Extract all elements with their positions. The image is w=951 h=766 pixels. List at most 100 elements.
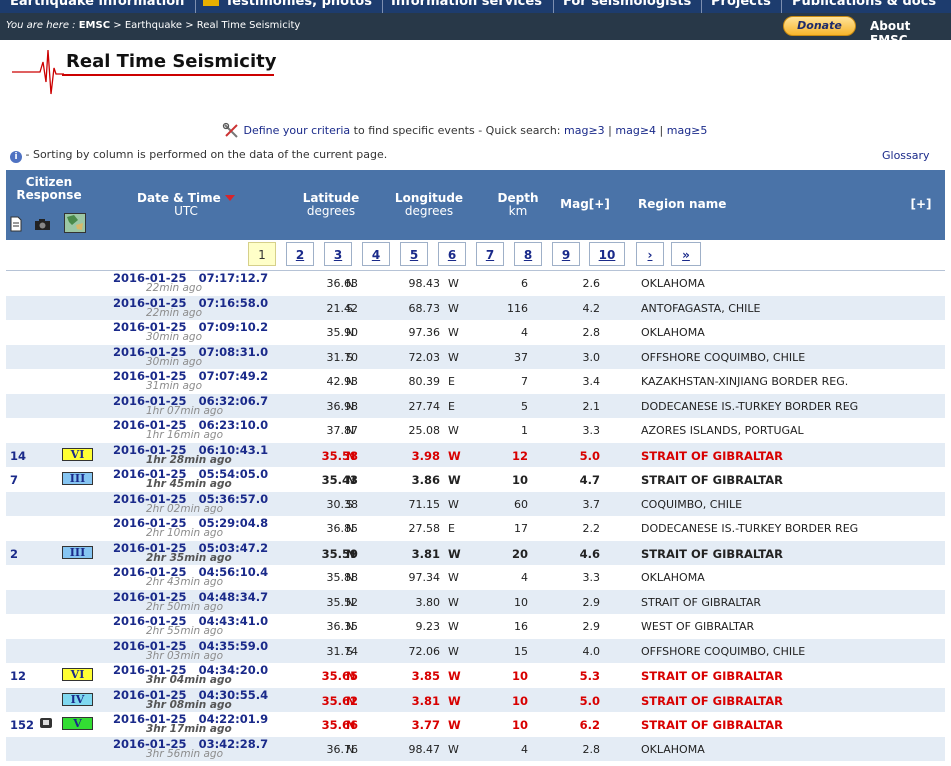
sort-note-text: - Sorting by column is performed on the … <box>22 148 388 161</box>
col-depth[interactable]: Depth km <box>488 192 548 218</box>
page-1-button: 1 <box>248 242 276 266</box>
table-row[interactable]: 2016-01-25 04:43:41.0 2hr 55min ago 36.35 N… <box>6 614 945 639</box>
table-row[interactable]: 2016-01-25 04:48:34.7 2hr 50min ago 35.52 N… <box>6 589 945 614</box>
document-icon[interactable] <box>10 216 22 232</box>
page-2-button[interactable]: 2 <box>286 242 314 266</box>
table-row[interactable]: 2016-01-25 06:32:06.7 1hr 07min ago 36.98 N… <box>6 393 945 418</box>
table-row[interactable]: 2016-01-25 03:42:28.7 3hr 56min ago 36.76 N… <box>6 736 945 761</box>
intensity-badge[interactable]: VI <box>62 447 93 461</box>
event-elapsed: 3hr 56min ago <box>146 747 224 760</box>
define-criteria-link[interactable]: Define your criteria <box>244 124 351 137</box>
event-magnitude: 6.2 <box>579 718 600 732</box>
event-lat-hemisphere: N <box>346 448 356 463</box>
breadcrumb-root[interactable]: EMSC <box>79 20 110 31</box>
event-magnitude: 2.1 <box>582 399 601 413</box>
glossary-link[interactable]: Glossary <box>882 149 930 162</box>
event-region: COQUIMBO, CHILE <box>641 497 743 511</box>
next-page-button[interactable]: › <box>636 242 664 266</box>
page-4-button[interactable]: 4 <box>362 242 390 266</box>
table-row[interactable]: 2016-01-25 07:08:31.0 30min ago 31.70 S 72.0… <box>6 344 945 369</box>
table-row[interactable]: 2016-01-25 07:09:10.2 30min ago 35.90 N 97.3… <box>6 320 945 345</box>
expand-columns-button[interactable]: [+] <box>906 198 936 211</box>
page-9-button[interactable]: 9 <box>552 242 580 266</box>
page-5-button[interactable]: 5 <box>400 242 428 266</box>
last-page-button[interactable]: » <box>671 242 701 266</box>
testimony-count[interactable]: 152 <box>10 718 34 732</box>
table-row[interactable]: 7 III 2016-01-25 05:54:05.0 1hr 45min ago 35… <box>6 467 945 492</box>
event-elapsed: 1hr 45min ago <box>146 478 232 490</box>
event-depth: 16 <box>514 620 528 633</box>
testimony-count[interactable]: 14 <box>10 449 26 463</box>
table-row[interactable]: 2016-01-25 05:36:57.0 2hr 02min ago 30.38 S… <box>6 491 945 516</box>
table-row[interactable]: 2016-01-25 04:35:59.0 3hr 03min ago 31.74 S… <box>6 638 945 663</box>
camera-icon[interactable] <box>34 218 51 231</box>
event-lon-hemisphere: W <box>448 595 459 609</box>
intensity-badge[interactable]: III <box>62 472 93 485</box>
event-region: OFFSHORE COQUIMBO, CHILE <box>641 644 806 658</box>
about-emsc-link[interactable]: About EMSC <box>870 19 951 47</box>
criteria-separator: | <box>604 124 616 137</box>
table-row[interactable]: 2016-01-25 07:07:49.2 31min ago 42.93 N 80.3… <box>6 369 945 394</box>
event-lon-hemisphere: W <box>448 301 459 315</box>
nav-for-seismologists[interactable]: For seismologists <box>563 0 691 9</box>
table-row[interactable]: 2016-01-25 07:17:12.7 22min ago 36.63 N 98.4… <box>6 271 945 296</box>
donate-button[interactable]: Donate <box>783 16 856 36</box>
nav-publications[interactable]: Publications & docs <box>792 0 936 9</box>
nav-information-services[interactable]: Information services <box>391 0 542 9</box>
table-row[interactable]: 2016-01-25 06:23:10.0 1hr 16min ago 37.87 N… <box>6 418 945 443</box>
mag3-link[interactable]: mag≥3 <box>564 124 605 137</box>
event-depth: 10 <box>514 595 528 609</box>
testimony-count[interactable]: 2 <box>10 547 18 561</box>
intensity-badge[interactable]: III <box>62 545 93 559</box>
breadcrumb-current: Real Time Seismicity <box>196 20 301 31</box>
col-region[interactable]: Region name <box>638 198 738 211</box>
page-7-button[interactable]: 7 <box>476 242 504 266</box>
col-latitude[interactable]: Latitude degrees <box>291 192 371 218</box>
intensity-badge[interactable]: V <box>62 717 93 730</box>
nav-separator <box>382 0 383 13</box>
page-10-button[interactable]: 10 <box>589 242 625 266</box>
col-citizen-response[interactable]: Citizen Response <box>14 176 84 202</box>
intensity-badge[interactable]: VI <box>62 668 93 681</box>
table-row[interactable]: 12 VI 2016-01-25 04:34:20.0 3hr 04min ago 35… <box>6 663 945 688</box>
table-row[interactable]: 2016-01-25 07:16:58.0 22min ago 21.42 S 68.7… <box>6 295 945 320</box>
page-8-button[interactable]: 8 <box>514 242 542 266</box>
event-lat-hemisphere: N <box>346 742 355 756</box>
table-row[interactable]: 2016-01-25 05:29:04.8 2hr 10min ago 36.85 N… <box>6 516 945 541</box>
table-row[interactable]: 2016-01-25 04:56:10.4 2hr 43min ago 35.88 N… <box>6 565 945 590</box>
event-depth: 15 <box>514 644 528 658</box>
flag-icon <box>203 0 219 6</box>
event-magnitude: 4.7 <box>579 473 600 487</box>
col-date-time[interactable]: Date & Time UTC <box>126 192 246 218</box>
map-icon[interactable] <box>64 213 86 233</box>
page-3-button[interactable]: 3 <box>324 242 352 266</box>
event-depth: 5 <box>521 399 528 413</box>
nav-testimonies[interactable]: Testimonies, photos <box>225 0 372 9</box>
table-row[interactable]: 14 VI 2016-01-25 06:10:43.1 1hr 28min ago 35… <box>6 442 945 467</box>
table-row[interactable]: 152 V 2016-01-25 04:22:01.9 3hr 17min ago 35… <box>6 712 945 737</box>
event-lon-hemisphere: E <box>448 375 455 388</box>
nav-earthquake-information[interactable]: Earthquake information <box>10 0 184 9</box>
col-magnitude[interactable]: Mag[+] <box>554 198 616 211</box>
event-lat-hemisphere: S <box>346 350 353 364</box>
event-lat-hemisphere: N <box>346 473 356 487</box>
col-depth-label: Depth <box>497 191 539 205</box>
page-6-button[interactable]: 6 <box>438 242 466 266</box>
table-row[interactable]: 2 III 2016-01-25 05:03:47.2 2hr 35min ago 35… <box>6 540 945 565</box>
sort-note: i - Sorting by column is performed on th… <box>10 148 387 163</box>
testimony-count[interactable]: 12 <box>10 669 26 683</box>
event-region: OKLAHOMA <box>641 742 705 756</box>
col-longitude[interactable]: Longitude degrees <box>388 192 470 218</box>
table-row[interactable]: IV 2016-01-25 04:30:55.4 3hr 08min ago 35.6… <box>6 687 945 712</box>
nav-projects[interactable]: Projects <box>711 0 771 9</box>
breadcrumb-earthquake[interactable]: Earthquake <box>125 20 182 31</box>
event-lat-hemisphere: S <box>346 497 353 511</box>
intensity-badge[interactable]: IV <box>62 692 93 706</box>
mag5-link[interactable]: mag≥5 <box>667 124 708 137</box>
event-magnitude: 2.2 <box>582 522 601 535</box>
testimony-count[interactable]: 7 <box>10 473 18 487</box>
event-depth: 10 <box>511 669 528 683</box>
table-header: Citizen Response Date & Time UTC Latitud… <box>6 170 945 240</box>
event-time: 07:08:31.0 <box>198 344 269 359</box>
mag4-link[interactable]: mag≥4 <box>615 124 656 137</box>
